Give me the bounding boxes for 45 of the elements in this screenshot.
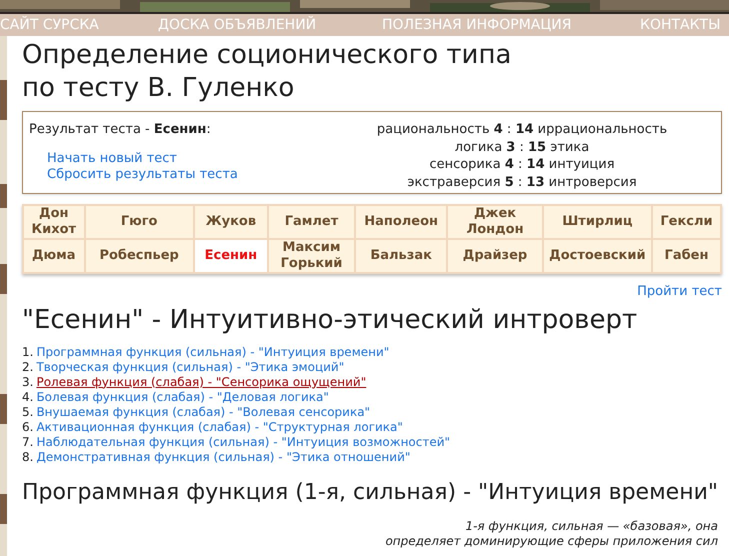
type-cell[interactable]: Джек Лондон [447, 205, 543, 239]
type-cell[interactable]: Максим Горький [268, 239, 355, 273]
function-link[interactable]: Программная функция (сильная) - "Интуиция времени" [36, 344, 390, 360]
function-link[interactable]: Болевая функция (слабая) - "Деловая логика" [36, 390, 329, 404]
type-cell[interactable]: Гамлет [268, 205, 355, 239]
type-cell[interactable]: Жуков [194, 205, 268, 239]
list-number: 4. [22, 390, 34, 404]
type-cell[interactable]: Есенин [194, 239, 268, 273]
list-number: 5. [22, 404, 34, 420]
result-link[interactable]: Сбросить результаты теста [47, 167, 238, 183]
type-heading: "Есенин" - Интуитивно-этический интроверт [22, 304, 638, 336]
score-line: рациональность 4 : 14 иррациональность [376, 121, 668, 138]
list-number: 2. [22, 360, 34, 374]
type-cell[interactable]: Гюго [84, 205, 194, 239]
type-cell[interactable]: Дюма [23, 239, 85, 273]
page-title: по тесту В. Гуленко [22, 72, 296, 105]
list-number: 8. [22, 450, 34, 464]
type-cell[interactable]: Робеспьер [84, 239, 194, 273]
function-link[interactable]: Демонстративная функция (сильная) - "Этика отношений" [36, 450, 410, 464]
result-link[interactable]: Начать новый тест [47, 151, 178, 167]
score-line: экстраверсия 5 : 13 интроверсия [407, 174, 637, 191]
list-number: 3. [22, 374, 34, 390]
type-cell[interactable]: Габен [652, 239, 721, 273]
function-link[interactable]: Творческая функция (сильная) - "Этика эмоций" [36, 360, 344, 374]
list-number: 6. [22, 420, 34, 434]
function-link[interactable]: Активационная функция (слабая) - "Структурная логика" [36, 420, 403, 434]
type-cell[interactable]: Гексли [652, 205, 721, 239]
type-cell[interactable]: Наполеон [355, 205, 448, 239]
score-line: сенсорика 4 : 14 интуиция [429, 156, 615, 174]
function-link[interactable]: Ролевая функция (слабая) - "Сенсорика ощущений" [36, 374, 366, 390]
section-heading: Программная функция (1-я, сильная) - "Интуиция времени" [22, 478, 720, 506]
page-title: Определение соционического типа [22, 39, 512, 72]
list-number: 7. [22, 434, 34, 450]
description-text: 1-я функция, сильная — «базовая», она определяет доминирующие сферы приложения сил [384, 518, 719, 550]
type-cell[interactable]: Дон Кихот [23, 205, 85, 239]
type-cell[interactable]: Драйзер [447, 239, 543, 273]
result-label: Результат теста - Есенин: [29, 121, 212, 139]
score-line: логика 3 : 15 этика [454, 138, 590, 156]
type-cell[interactable]: Достоевский [542, 239, 652, 273]
function-link[interactable]: Наблюдательная функция (сильная) - "Интуиция возможностей" [36, 434, 450, 450]
type-cell[interactable]: Штирлиц [542, 205, 652, 239]
list-number: 1. [22, 344, 34, 360]
take-test-link[interactable]: Пройти тест [637, 282, 722, 302]
type-cell[interactable]: Бальзак [355, 239, 448, 273]
function-link[interactable]: Внушаемая функция (слабая) - "Волевая сенсорика" [36, 404, 370, 420]
